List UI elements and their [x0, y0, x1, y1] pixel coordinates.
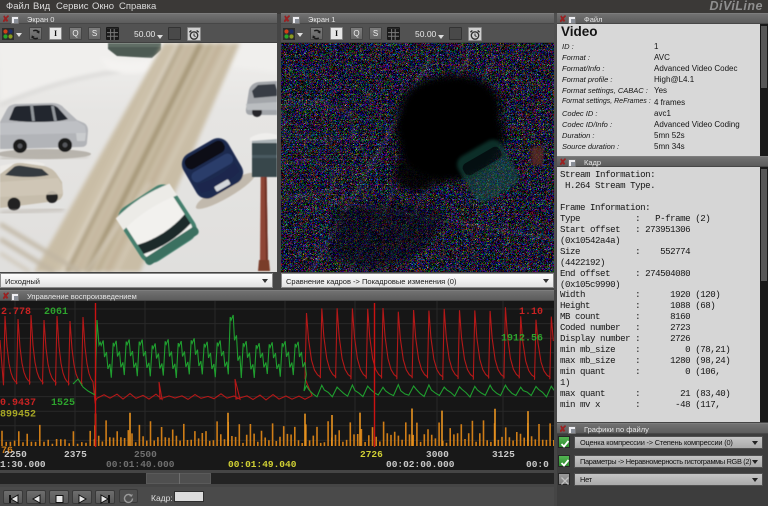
svg-text:1.10: 1.10 [519, 307, 543, 318]
svg-text:2061: 2061 [44, 307, 68, 318]
svg-text:00:02:00.000: 00:02:00.000 [386, 459, 455, 470]
svg-text:899452: 899452 [0, 410, 36, 421]
svg-text:2375: 2375 [64, 449, 87, 460]
svg-text:3125: 3125 [492, 449, 515, 460]
svg-text:00:01:40.000: 00:01:40.000 [106, 459, 175, 470]
svg-text:00:01:49.040: 00:01:49.040 [228, 459, 297, 470]
svg-text:0.9437: 0.9437 [0, 398, 36, 409]
svg-text:1912.56: 1912.56 [501, 334, 543, 345]
svg-text:2.778: 2.778 [1, 307, 31, 318]
svg-text:1525: 1525 [51, 398, 75, 409]
svg-text:1:30.000: 1:30.000 [0, 459, 46, 470]
svg-text:2726: 2726 [360, 449, 383, 460]
svg-text:00:0: 00:0 [526, 459, 549, 470]
